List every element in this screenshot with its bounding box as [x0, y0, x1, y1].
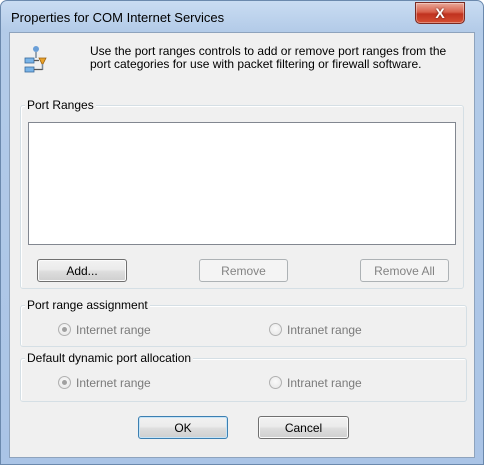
radio-unchecked-icon	[269, 376, 282, 389]
port-network-icon	[24, 46, 47, 73]
port-ranges-label: Port Ranges	[25, 98, 96, 112]
close-icon: X	[435, 5, 445, 21]
remove-button[interactable]: Remove	[199, 259, 288, 282]
radio-unchecked-icon	[269, 323, 282, 336]
instruction-text: Use the port ranges controls to add or r…	[90, 44, 447, 71]
title-bar[interactable]: Properties for COM Internet Services X	[1, 1, 483, 32]
remove-all-button[interactable]: Remove All	[360, 259, 449, 282]
radio-checked-icon	[58, 323, 71, 336]
port-range-assignment-label: Port range assignment	[25, 298, 150, 312]
close-button[interactable]: X	[415, 2, 465, 24]
default-dynamic-port-allocation-label: Default dynamic port allocation	[25, 351, 194, 365]
port-ranges-list[interactable]	[28, 122, 456, 245]
ok-button[interactable]: OK	[138, 416, 228, 439]
dialog-body: Use the port ranges controls to add or r…	[9, 32, 475, 458]
add-button[interactable]: Add...	[37, 259, 127, 282]
window-title: Properties for COM Internet Services	[11, 10, 225, 25]
radio-checked-icon	[58, 376, 71, 389]
cancel-button[interactable]: Cancel	[258, 416, 349, 439]
properties-dialog: Properties for COM Internet Services X U…	[0, 0, 484, 465]
